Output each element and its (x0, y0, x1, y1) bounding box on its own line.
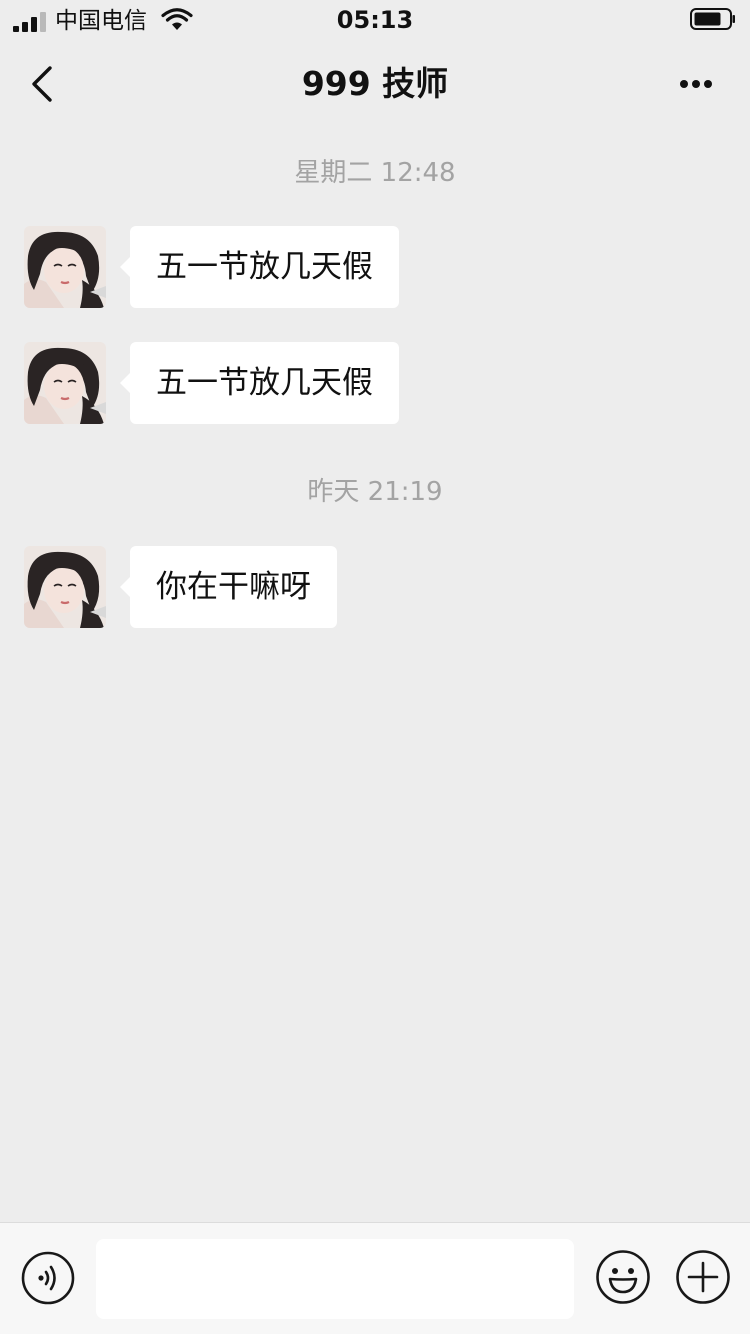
battery-icon (690, 8, 735, 30)
message-bubble[interactable]: 五一节放几天假 (120, 226, 399, 308)
message-list[interactable]: 星期二 12:48 五一节放几天假 五一节放几天假 昨天 21:19 你在干嘛呀 (0, 128, 750, 1222)
emoji-button[interactable] (595, 1249, 651, 1305)
contact-avatar[interactable] (24, 342, 106, 424)
more-dots-icon (680, 80, 712, 88)
emoji-icon (596, 1250, 650, 1304)
nav-bar: 999 技师 (0, 40, 750, 128)
contact-avatar[interactable] (24, 226, 106, 308)
timestamp-divider: 星期二 12:48 (294, 158, 456, 188)
voice-icon (21, 1251, 75, 1305)
message-input[interactable] (96, 1239, 574, 1319)
timestamp-divider: 昨天 21:19 (307, 477, 443, 507)
contact-avatar[interactable] (24, 546, 106, 628)
voice-button[interactable] (21, 1251, 75, 1305)
message-bubble[interactable]: 五一节放几天假 (120, 342, 399, 424)
plus-icon (676, 1250, 730, 1304)
status-time: 05:13 (336, 6, 414, 34)
status-bar: 中国电信 05:13 (0, 0, 750, 40)
more-options-button[interactable] (675, 1249, 731, 1305)
chat-screen: 中国电信 05:13 999 技师 星期二 12:48 五一节放几天假 五一节放… (0, 0, 750, 1334)
input-bar (0, 1222, 750, 1334)
more-button[interactable] (666, 62, 726, 106)
message-bubble[interactable]: 你在干嘛呀 (120, 546, 337, 628)
chat-title: 999 技师 (301, 64, 449, 103)
